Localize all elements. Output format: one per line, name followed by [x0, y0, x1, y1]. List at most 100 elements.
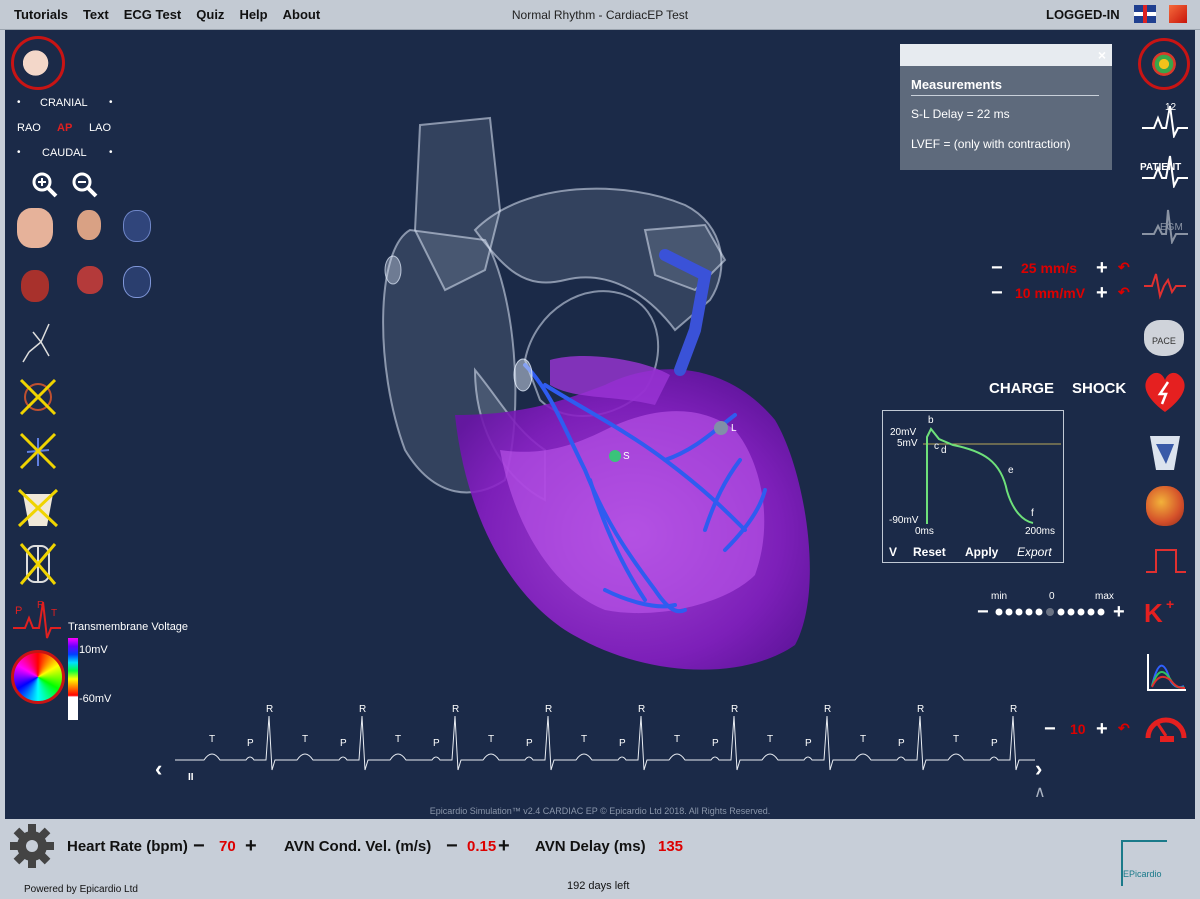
view-lao[interactable]: LAO: [89, 122, 111, 134]
ecg-p-label: P: [247, 738, 254, 749]
full-heart-icon[interactable]: [17, 208, 53, 248]
disable-layer-icon-2[interactable]: [19, 432, 57, 470]
speed-plus-button[interactable]: +: [1096, 258, 1108, 278]
measurements-title: Measurements: [911, 77, 1003, 92]
settings-gear-icon[interactable]: [9, 823, 55, 869]
shock-button[interactable]: SHOCK: [1072, 380, 1126, 397]
view-rao[interactable]: RAO: [17, 122, 41, 134]
heart-activation-icon[interactable]: [1138, 38, 1190, 90]
gain-value: 10 mm/mV: [1015, 285, 1086, 301]
view-ap[interactable]: AP: [57, 122, 72, 134]
ap-v20: 20mV: [890, 427, 917, 438]
ap-point-e[interactable]: e: [1008, 465, 1014, 476]
ecg-r-label: R: [266, 704, 274, 715]
ap-v5: 5mV: [897, 438, 918, 449]
gain-plus-button[interactable]: +: [1096, 283, 1108, 303]
strip-expand-button[interactable]: ∧: [1034, 782, 1046, 802]
sa-node: [513, 358, 533, 392]
epicardio-logo[interactable]: [1121, 840, 1167, 886]
speed-minus-button[interactable]: −: [991, 258, 1003, 278]
avn-vel-minus-button[interactable]: −: [446, 836, 458, 856]
ap-export-button[interactable]: Export: [1017, 545, 1052, 559]
ap-reset-button[interactable]: Reset: [913, 545, 946, 559]
ecg-t-label: T: [767, 734, 774, 745]
ap-apply-button[interactable]: Apply: [965, 545, 998, 559]
ecg-r-label: R: [545, 704, 553, 715]
twelve-lead-label: 12: [1165, 102, 1177, 113]
view-dot-4: •: [109, 147, 113, 158]
heart-cutaway-icon[interactable]: [77, 210, 101, 240]
zoom-out-icon[interactable]: [71, 171, 99, 199]
color-wheel-icon[interactable]: [11, 650, 65, 704]
powered-by: Powered by Epicardio Ltd: [24, 884, 138, 895]
ecg-t-label: T: [953, 734, 960, 745]
heart-rate-plus-button[interactable]: +: [245, 836, 257, 856]
charge-button[interactable]: CHARGE: [989, 380, 1054, 397]
prt-wave-icon[interactable]: P RT: [11, 598, 63, 642]
ap-point-f[interactable]: f: [1031, 508, 1034, 519]
potassium-label[interactable]: K: [1144, 598, 1163, 629]
level-slider[interactable]: [993, 605, 1113, 619]
gain-minus-button[interactable]: −: [991, 283, 1003, 303]
measurements-panel: × Measurements S-L Delay = 22 ms LVEF = …: [900, 44, 1112, 170]
counter-reset-icon[interactable]: ↶: [1118, 720, 1130, 737]
ecg-t-label: T: [581, 734, 588, 745]
ischemia-heart-icon[interactable]: [1146, 486, 1184, 526]
close-icon[interactable]: ×: [1098, 47, 1106, 63]
torso-leads-icon[interactable]: [1144, 430, 1186, 474]
zoom-in-icon[interactable]: [31, 171, 59, 199]
torso-toggle-icon[interactable]: [17, 488, 59, 528]
action-potential-editor[interactable]: 20mV 5mV -90mV 0ms 200ms b c d e f V Res…: [882, 410, 1064, 563]
slider-zero-label: 0: [1049, 591, 1055, 602]
speed-reset-icon[interactable]: ↶: [1118, 259, 1130, 276]
arrhythmia-icon[interactable]: [1142, 268, 1188, 300]
ecg-t-label: T: [488, 734, 495, 745]
lvef-value: LVEF = (only with contraction): [911, 137, 1071, 151]
simulation-stage: S L • CRANIAL • RAO AP LAO • CAUDAL • P R…: [5, 30, 1140, 819]
legend-high: 10mV: [79, 644, 108, 656]
ribcage-icon[interactable]: [19, 542, 57, 586]
ap-point-b[interactable]: b: [928, 415, 934, 426]
ventricle-section-icon[interactable]: [77, 266, 103, 294]
app-badge-icon[interactable]: [1169, 5, 1187, 23]
ecg-t-label: T: [860, 734, 867, 745]
heart-wireframe-icon[interactable]: [123, 266, 151, 298]
slider-minus-button[interactable]: −: [977, 602, 989, 622]
heart-rate-label: Heart Rate (bpm): [67, 838, 188, 855]
marker-s-dot[interactable]: [609, 450, 621, 462]
marker-l-dot[interactable]: [714, 421, 728, 435]
strip-prev-button[interactable]: ‹: [155, 756, 162, 782]
counter-plus-button[interactable]: +: [1096, 719, 1108, 739]
ecg-p-label: P: [712, 738, 719, 749]
speedometer-icon[interactable]: [1142, 706, 1190, 746]
heart-transparent-icon[interactable]: [123, 210, 151, 242]
marker-s-label: S: [623, 451, 630, 462]
defibrillator-heart-icon[interactable]: [1142, 370, 1188, 414]
svg-text:P: P: [15, 605, 22, 617]
ap-overlay-chart-icon[interactable]: [1144, 650, 1188, 694]
avn-vel-plus-button[interactable]: +: [498, 836, 510, 856]
slider-plus-button[interactable]: +: [1113, 602, 1125, 622]
ecg-r-label: R: [731, 704, 739, 715]
view-dot-1: •: [17, 97, 21, 108]
disable-layer-icon-1[interactable]: [19, 378, 57, 416]
view-caudal[interactable]: CAUDAL: [42, 147, 87, 159]
heart-view-icon[interactable]: [11, 36, 65, 90]
ap-point-d[interactable]: d: [941, 445, 947, 456]
login-status[interactable]: LOGGED-IN: [1046, 7, 1120, 22]
days-left: 192 days left: [567, 880, 630, 892]
ecg-r-label: R: [452, 704, 460, 715]
strip-next-button[interactable]: ›: [1035, 756, 1042, 782]
ecg-t-label: T: [674, 734, 681, 745]
heart-rate-minus-button[interactable]: −: [193, 836, 205, 856]
view-cranial[interactable]: CRANIAL: [40, 97, 88, 109]
sl-delay-value: S-L Delay = 22 ms: [911, 107, 1010, 121]
conduction-tree-icon[interactable]: [19, 322, 55, 364]
myocardium-icon[interactable]: [21, 270, 49, 302]
strip-pause-button[interactable]: II: [188, 772, 194, 783]
counter-minus-button[interactable]: −: [1044, 719, 1056, 739]
gain-reset-icon[interactable]: ↶: [1118, 284, 1130, 301]
pulse-stimulus-icon[interactable]: [1144, 546, 1188, 576]
uk-flag-icon[interactable]: [1134, 5, 1156, 23]
ap-point-c[interactable]: c: [934, 441, 939, 452]
